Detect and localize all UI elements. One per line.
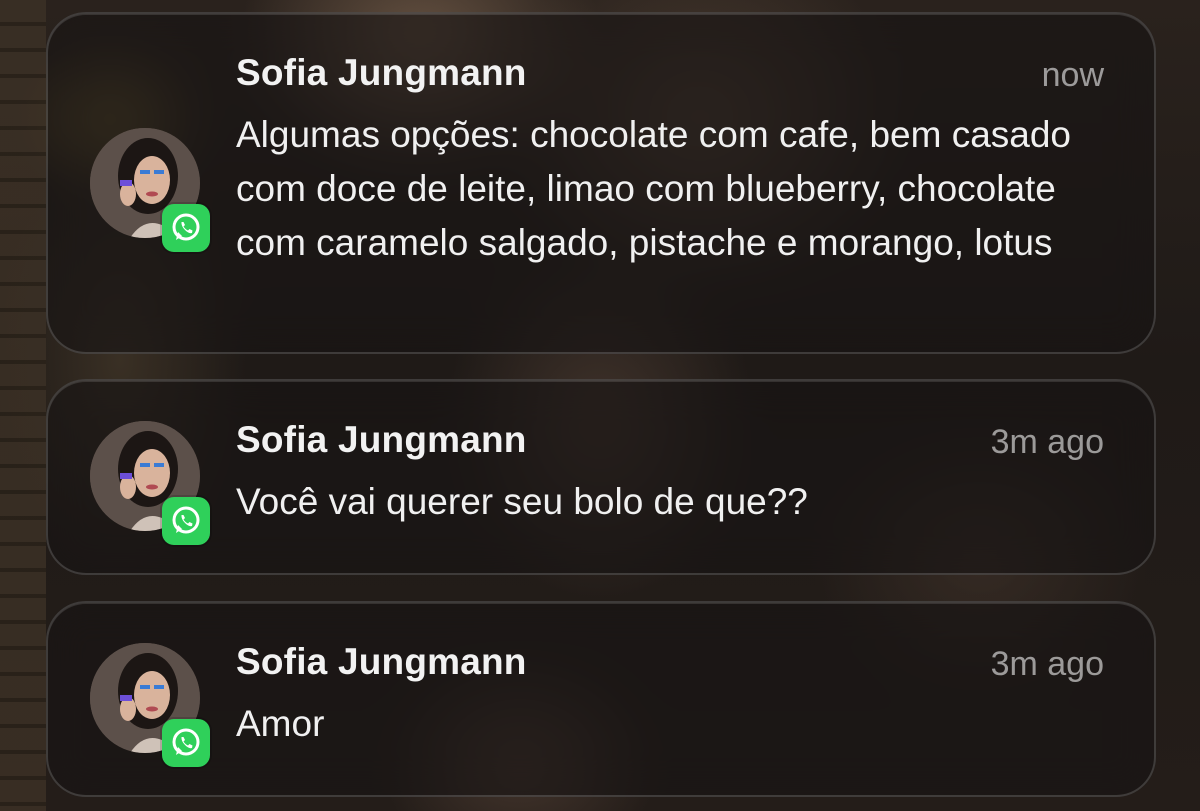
notification-card[interactable]: Sofia Jungmann 3m ago Amor — [46, 601, 1156, 797]
message-text: Amor — [236, 703, 325, 744]
background-wall — [0, 0, 46, 811]
timestamp: 3m ago — [990, 645, 1104, 683]
sender-name: Sofia Jungmann — [236, 52, 527, 93]
notification-card[interactable]: Sofia Jungmann 3m ago Você vai querer se… — [46, 379, 1156, 575]
whatsapp-icon — [162, 497, 210, 545]
sender-avatar-group — [90, 643, 210, 767]
timestamp: now — [1041, 56, 1104, 94]
sender-name: Sofia Jungmann — [236, 419, 527, 460]
lock-screen: Sofia Jungmann now Algumas opções: choco… — [0, 0, 1200, 811]
whatsapp-icon — [162, 719, 210, 767]
notification-card[interactable]: Sofia Jungmann now Algumas opções: choco… — [46, 12, 1156, 354]
message-text: Você vai querer seu bolo de que?? — [236, 481, 808, 522]
sender-avatar-group — [90, 421, 210, 545]
sender-avatar-group — [90, 128, 210, 252]
sender-name: Sofia Jungmann — [236, 641, 527, 682]
timestamp: 3m ago — [990, 423, 1104, 461]
whatsapp-icon — [162, 204, 210, 252]
message-text: Algumas opções: chocolate com cafe, bem … — [236, 114, 1072, 263]
